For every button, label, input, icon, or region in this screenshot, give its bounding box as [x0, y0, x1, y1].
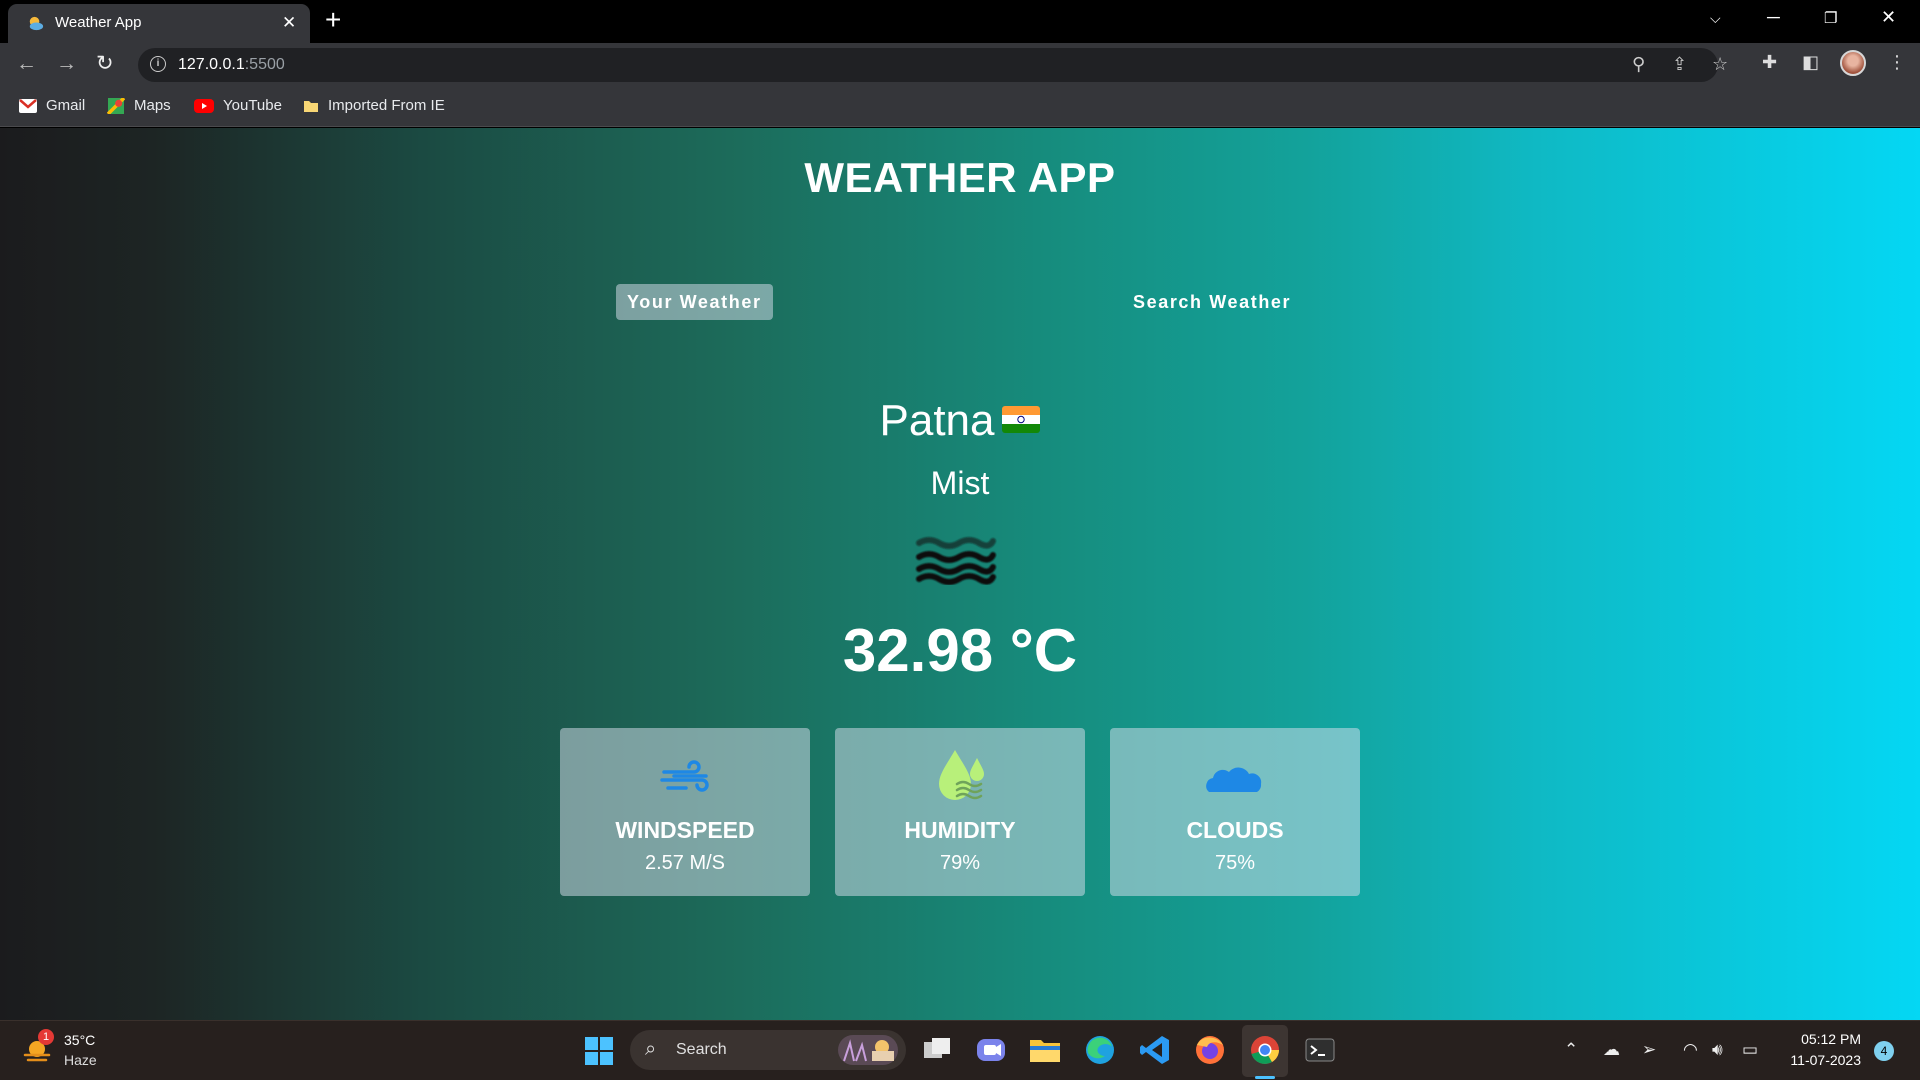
- folder-icon: [304, 100, 318, 112]
- gmail-icon: [19, 98, 37, 113]
- city-name: Patna: [879, 396, 995, 445]
- tab-close-icon[interactable]: ✕: [282, 13, 296, 33]
- cloud-icon: [1206, 767, 1262, 792]
- clock-time[interactable]: 05:12 PM: [1795, 1031, 1861, 1047]
- onedrive-cloud-icon[interactable]: ☁: [1603, 1040, 1620, 1060]
- tab-search-weather[interactable]: Search Weather: [1122, 284, 1302, 320]
- location-icon[interactable]: ⚲: [1632, 54, 1645, 75]
- bookmark-star-icon[interactable]: ☆: [1712, 54, 1728, 75]
- city-heading: Patna: [0, 396, 1920, 446]
- weather-favicon-icon: [29, 16, 44, 31]
- youtube-icon: [194, 98, 214, 113]
- windspeed-card: WINDSPEED 2.57 M/S: [560, 728, 810, 896]
- teams-chat-icon[interactable]: [974, 1033, 1008, 1067]
- wifi-icon[interactable]: ◠: [1683, 1040, 1698, 1060]
- taskbar-weather-widget[interactable]: 1 35°C Haze: [20, 1021, 110, 1080]
- side-panel-icon[interactable]: ◧: [1802, 52, 1819, 73]
- battery-icon[interactable]: ▭: [1742, 1040, 1758, 1060]
- site-info-icon[interactable]: i: [150, 56, 166, 72]
- show-hidden-icons-chevron-icon[interactable]: ⌃: [1564, 1040, 1578, 1060]
- mist-icon: [916, 537, 996, 585]
- profile-avatar[interactable]: [1840, 50, 1866, 76]
- restore-button[interactable]: ❐: [1824, 9, 1837, 27]
- file-explorer-icon[interactable]: [1028, 1033, 1062, 1067]
- notification-count-badge[interactable]: 4: [1874, 1041, 1894, 1061]
- reload-button[interactable]: ↻: [96, 52, 114, 76]
- clouds-label: CLOUDS: [1186, 817, 1284, 843]
- terminal-icon[interactable]: [1303, 1033, 1337, 1067]
- firefox-icon[interactable]: [1193, 1033, 1227, 1067]
- clouds-card: CLOUDS 75%: [1110, 728, 1360, 896]
- close-window-button[interactable]: ✕: [1881, 7, 1896, 28]
- weather-alert-badge: 1: [38, 1029, 54, 1045]
- maps-icon: [107, 97, 125, 114]
- windspeed-value: 2.57 M/S: [644, 852, 726, 874]
- location-arrow-icon[interactable]: ➢: [1642, 1040, 1656, 1060]
- vscode-icon[interactable]: [1138, 1033, 1172, 1067]
- url-text[interactable]: 127.0.0.1:5500: [178, 56, 285, 74]
- app-title: WEATHER APP: [804, 154, 1116, 201]
- taskbar-search-label: Search: [676, 1041, 727, 1058]
- back-button[interactable]: ←: [16, 52, 37, 76]
- chrome-active-indicator: [1255, 1076, 1275, 1079]
- extensions-icon[interactable]: ✚: [1762, 52, 1777, 73]
- new-tab-button[interactable]: +: [325, 6, 341, 34]
- taskbar-search-box[interactable]: ⌕ Search: [630, 1030, 906, 1070]
- bookmarks-bar: Gmail Maps YouTube Imported From IE: [0, 87, 1920, 127]
- tab-title: Weather App: [55, 14, 142, 31]
- windows-taskbar: 1 35°C Haze ⌕ Search ⌃ ☁ ➢ ◠ 🔊︎ ▭ 05:12 …: [0, 1020, 1920, 1080]
- bookmark-youtube[interactable]: YouTube: [194, 97, 282, 114]
- clock-date[interactable]: 11-07-2023: [1780, 1052, 1861, 1068]
- taskbar-weather-temp: 35°C: [64, 1032, 96, 1048]
- temperature: 32.98 °C: [842, 617, 1078, 684]
- windows-start-icon[interactable]: [584, 1036, 614, 1066]
- india-flag-icon: [1002, 405, 1041, 433]
- bookmark-gmail[interactable]: Gmail: [19, 97, 85, 114]
- tab-search-icon[interactable]: ⌵: [1710, 10, 1721, 27]
- bookmark-folder-imported[interactable]: Imported From IE: [303, 97, 445, 114]
- weather-description: Mist: [930, 465, 990, 501]
- chrome-icon[interactable]: [1248, 1033, 1282, 1067]
- share-icon[interactable]: ⇪: [1672, 54, 1687, 75]
- volume-icon[interactable]: 🔊︎: [1712, 1040, 1723, 1060]
- browser-tabstrip: Weather App ✕ + ⌵ ─ ❐ ✕: [0, 0, 1920, 43]
- windspeed-label: WINDSPEED: [615, 817, 755, 843]
- search-icon: ⌕: [645, 1038, 657, 1060]
- forward-button[interactable]: →: [56, 52, 77, 76]
- edge-browser-icon[interactable]: [1083, 1033, 1117, 1067]
- search-highlight-icon: [838, 1035, 898, 1065]
- minimize-button[interactable]: ─: [1767, 7, 1780, 28]
- bookmark-maps[interactable]: Maps: [107, 97, 171, 114]
- browser-tab-active[interactable]: Weather App ✕: [8, 4, 310, 43]
- menu-icon[interactable]: ⋮: [1888, 52, 1906, 73]
- weather-app-page: WEATHER APP Your Weather Search Weather …: [0, 128, 1920, 1020]
- clouds-value: 75%: [1214, 852, 1256, 874]
- humidity-icon: [939, 750, 984, 800]
- address-bar[interactable]: i 127.0.0.1:5500 ⚲ ⇪ ☆: [138, 48, 1728, 82]
- taskbar-weather-condition: Haze: [64, 1052, 97, 1068]
- wind-icon: [660, 760, 709, 792]
- humidity-card: HUMIDITY 79%: [835, 728, 1085, 896]
- humidity-value: 79%: [939, 852, 981, 874]
- task-view-icon[interactable]: [920, 1033, 954, 1067]
- browser-toolbar: ← → ↻ i 127.0.0.1:5500 ⚲ ⇪ ☆ ✚ ◧ ⋮: [0, 43, 1920, 87]
- humidity-label: HUMIDITY: [904, 817, 1016, 843]
- tab-your-weather[interactable]: Your Weather: [616, 284, 773, 320]
